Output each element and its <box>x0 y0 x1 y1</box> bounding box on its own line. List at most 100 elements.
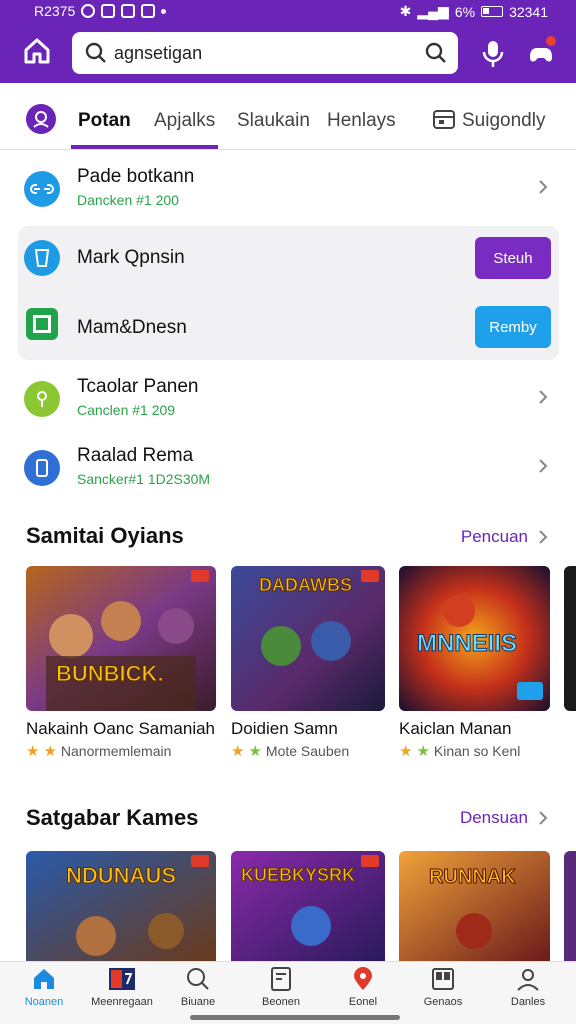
nav-beonen[interactable]: Beonen <box>245 966 317 1008</box>
status-clock: 32341 <box>509 3 548 20</box>
list-item-title: Mark Qpnsin <box>77 247 185 268</box>
location-pin-icon <box>354 967 372 990</box>
nav-genaos[interactable]: Genaos <box>407 966 479 1008</box>
nav-meenregaan[interactable]: Meenregaan <box>86 966 158 1008</box>
star-icon: ★ <box>399 743 413 760</box>
app-header: R2375 ✱ ▂▄▆ 6% 32341 agnsetigan <box>0 0 576 83</box>
game-rating: ★ ★ Nanormemlemain <box>26 742 171 760</box>
list-item-title: Pade botkann <box>77 166 195 187</box>
cover-art-text: NDUNAUS <box>66 863 176 888</box>
game-card-peek[interactable] <box>564 851 576 961</box>
status-bar: R2375 ✱ ▂▄▆ 6% 32341 <box>0 0 576 24</box>
nav-profile[interactable]: Danles <box>492 966 564 1008</box>
game-card-6[interactable]: RUNNAK <box>399 851 550 961</box>
cover-art-text: RUNNAK <box>429 866 516 888</box>
bluetooth-icon: ✱ <box>399 3 412 19</box>
profile-avatar-icon[interactable] <box>26 104 56 134</box>
nav-home[interactable]: Noanen <box>8 966 80 1008</box>
game-cover-image: NDUNAUS <box>26 851 216 961</box>
nav-search[interactable]: Biuane <box>162 966 234 1008</box>
battery-percent: 6% <box>454 3 476 20</box>
app-notification-icon <box>101 4 116 18</box>
section-see-all-link[interactable]: Pencuan <box>461 527 548 547</box>
search-icon <box>85 42 106 63</box>
search-input[interactable]: agnsetigan <box>114 43 202 64</box>
document-icon <box>271 967 291 991</box>
microphone-icon[interactable] <box>480 39 506 69</box>
game-card-4[interactable]: NDUNAUS <box>26 851 216 961</box>
section-link-label: Pencuan <box>460 527 528 546</box>
game-card-3[interactable]: MNNEIIS <box>399 566 550 711</box>
cover-art-text: DADAWBS <box>259 575 352 595</box>
chevron-right-icon <box>539 811 548 825</box>
cover-art-text: KUEBKYSRK <box>241 865 355 885</box>
game-cover-image: DADAWBS <box>231 566 385 711</box>
nav-eonel[interactable]: Eonel <box>327 966 399 1008</box>
games-icon <box>109 968 135 990</box>
search-bar[interactable]: agnsetigan <box>72 32 458 74</box>
list-item[interactable]: Raalad Rema Sancker#1 1D2S30M <box>0 433 576 501</box>
game-card-5[interactable]: KUEBKYSRK <box>231 851 385 961</box>
search-icon <box>187 968 209 990</box>
nav-label: Danles <box>510 996 546 1008</box>
list-item[interactable]: Mam&Dnesn Remby <box>18 290 559 360</box>
nav-label: Eonel <box>348 996 378 1008</box>
mail-notification-icon <box>121 4 136 18</box>
chevron-right-icon <box>539 459 548 473</box>
notification-badge <box>544 34 558 48</box>
section-title: Satgabar Kames <box>26 805 199 830</box>
list-item-title: Mam&Dnesn <box>77 317 187 338</box>
list-item-subtitle: Sancker#1 1D2S30M <box>77 471 211 487</box>
game-cover-image: KUEBKYSRK <box>231 851 385 961</box>
notifications-button[interactable] <box>527 34 558 67</box>
cup-icon <box>24 240 60 276</box>
messenger-notification-icon <box>141 4 156 18</box>
game-title: Doidien Samn <box>231 719 338 738</box>
location-icon <box>24 381 60 417</box>
star-icon: ★ <box>43 743 57 760</box>
category-tabs: Potan Apjalks Slaukain Henlays Suigondly <box>0 84 576 150</box>
game-rating-text: Kinan so Kenl <box>433 743 521 759</box>
game-title: Kaiclan Manan <box>399 719 512 738</box>
search-submit-icon[interactable] <box>424 41 448 65</box>
game-title: Nakainh Oanc Samaniah <box>26 719 216 738</box>
home-indicator[interactable] <box>190 1015 400 1020</box>
user-icon <box>517 969 539 991</box>
game-card-1[interactable]: BUNBICK. <box>26 566 216 711</box>
active-tab-indicator <box>71 145 218 149</box>
chevron-right-icon <box>539 180 548 194</box>
status-time: R2375 <box>34 3 76 19</box>
tab-henlays[interactable]: Henlays <box>327 110 396 132</box>
link-icon <box>24 171 60 207</box>
chevron-right-icon <box>539 530 548 544</box>
game-cover-image: BUNBICK. <box>26 566 216 711</box>
list-item-title: Raalad Rema <box>77 445 194 466</box>
game-card-2[interactable]: DADAWBS <box>231 566 385 711</box>
chevron-right-icon <box>539 390 548 404</box>
tab-potan[interactable]: Potan <box>78 110 131 132</box>
list-item[interactable]: Pade botkann Dancken #1 200 <box>0 154 576 222</box>
home-icon[interactable] <box>22 36 52 66</box>
star-icon: ★ <box>231 743 245 760</box>
star-icon: ★ <box>248 743 262 760</box>
nav-label: Meenregaan <box>91 996 153 1008</box>
star-icon: ★ <box>416 743 430 760</box>
tab-suigondly[interactable]: Suigondly <box>462 110 545 132</box>
nav-label: Noanen <box>24 996 64 1008</box>
list-item-subtitle: Dancken #1 200 <box>77 192 179 208</box>
cover-art-text: BUNBICK. <box>56 661 164 686</box>
tab-slaukain[interactable]: Slaukain <box>237 110 310 132</box>
game-rating: ★ ★ Kinan so Kenl <box>399 742 520 760</box>
list-item[interactable]: Mark Qpnsin Steuh <box>18 226 559 290</box>
tab-apjalks[interactable]: Apjalks <box>154 110 215 132</box>
remby-button[interactable]: Remby <box>475 306 551 348</box>
list-item-subtitle: Canclen #1 209 <box>77 402 176 418</box>
list-item[interactable]: Tcaolar Panen Canclen #1 209 <box>0 364 576 432</box>
nav-label: Beonen <box>262 996 300 1008</box>
more-notifications-icon <box>161 8 167 14</box>
game-rating-text: Nanormemlemain <box>60 743 172 759</box>
section-see-all-link[interactable]: Densuan <box>460 808 548 828</box>
game-card-peek[interactable] <box>564 566 576 711</box>
steuh-button[interactable]: Steuh <box>475 237 551 279</box>
section-title: Samitai Oyians <box>26 523 184 548</box>
